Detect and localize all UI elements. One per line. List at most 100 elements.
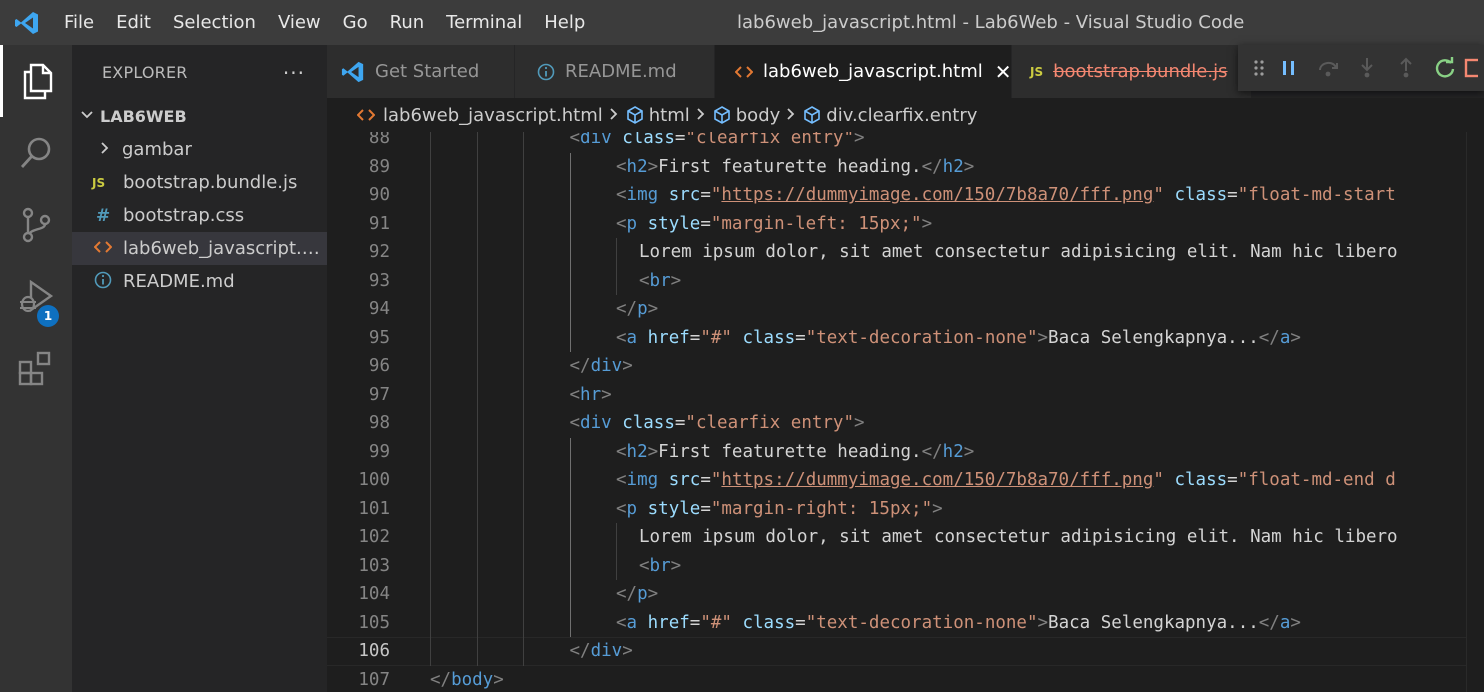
indent-guide	[569, 266, 571, 295]
sidebar-item-gambar[interactable]: gambar	[72, 133, 327, 166]
code-text: </p>	[616, 299, 659, 320]
restart-icon[interactable]	[1425, 45, 1464, 91]
tab-bootstrap-bundle-js[interactable]: JS bootstrap.bundle.js	[1012, 45, 1252, 98]
indent-guide	[523, 238, 524, 267]
indent-guide	[523, 494, 524, 523]
step-out-icon[interactable]	[1386, 45, 1425, 91]
pause-icon[interactable]	[1270, 45, 1309, 91]
breadcrumb-html-label: html	[648, 104, 690, 126]
indent-guide	[569, 238, 571, 267]
indent-guide	[430, 608, 431, 637]
code-line[interactable]: 90 <img src="https://dummyimage.com/150/7…	[327, 181, 1467, 210]
menu-selection[interactable]: Selection	[162, 0, 267, 45]
stop-icon[interactable]	[1464, 45, 1484, 91]
line-number: 88	[368, 132, 390, 149]
code-line[interactable]: 89 <h2>First featurette heading.</h2>	[327, 153, 1467, 182]
tab-lab6web-javascript-html[interactable]: lab6web_javascript.html ✕	[715, 45, 1012, 98]
menu-view[interactable]: View	[267, 0, 332, 45]
step-over-icon[interactable]	[1309, 45, 1348, 91]
line-number: 94	[368, 299, 390, 320]
sidebar-item-lab6web-javascript-html[interactable]: lab6web_javascript.html	[72, 232, 327, 265]
indent-guide	[523, 608, 524, 637]
explorer-icon[interactable]	[0, 45, 72, 117]
line-number: 100	[358, 470, 390, 491]
breadcrumb-html[interactable]: html	[625, 105, 690, 126]
indent-guide	[476, 323, 478, 352]
step-into-icon[interactable]	[1348, 45, 1387, 91]
code-line[interactable]: 95 <a href="#" class="text-decoration-non…	[327, 324, 1467, 353]
editor-scrollbar[interactable]	[1466, 132, 1484, 692]
breadcrumb-file[interactable]: lab6web_javascript.html	[357, 105, 603, 126]
sidebar-item-bootstrap-css[interactable]: # bootstrap.css	[72, 199, 327, 232]
run-debug-icon[interactable]: 1	[0, 261, 72, 333]
menu-edit[interactable]: Edit	[105, 0, 162, 45]
extensions-icon[interactable]	[0, 333, 72, 405]
indent-guide	[430, 380, 431, 409]
code-line[interactable]: 99 <h2>First featurette heading.</h2>	[327, 438, 1467, 467]
menu-terminal[interactable]: Terminal	[435, 0, 533, 45]
code-line[interactable]: 92 Lorem ipsum dolor, sit amet consectetu…	[327, 238, 1467, 267]
indent-guide	[569, 523, 571, 552]
code-text: </div>	[569, 356, 633, 377]
title-bar: File Edit Selection View Go Run Terminal…	[0, 0, 1484, 45]
indent-guide	[569, 152, 571, 181]
menu-run[interactable]: Run	[379, 0, 436, 45]
code-line[interactable]: 107 </body>	[327, 666, 1467, 692]
html-icon	[357, 109, 375, 121]
menu-file[interactable]: File	[49, 0, 105, 45]
explorer-title: EXPLORER	[102, 63, 188, 82]
indent-guide	[476, 152, 478, 181]
code-line[interactable]: 106 </div>	[327, 637, 1467, 666]
indent-guide	[476, 181, 478, 210]
more-actions-icon[interactable]: ···	[283, 61, 305, 85]
indent-guide	[430, 209, 431, 238]
line-number: 90	[368, 185, 390, 206]
code-line[interactable]: 98 <div class="clearfix entry">	[327, 409, 1467, 438]
code-text: <h2>First featurette heading.</h2>	[616, 441, 975, 462]
code-line[interactable]: 96 </div>	[327, 352, 1467, 381]
code-line[interactable]: 94 </p>	[327, 295, 1467, 324]
symbol-element-icon	[626, 106, 643, 124]
explorer-header: EXPLORER ···	[72, 45, 327, 100]
indent-guide	[430, 266, 431, 295]
indent-guide	[476, 637, 478, 666]
breadcrumb-div[interactable]: div.clearfix.entry	[802, 105, 977, 126]
close-tab-icon[interactable]: ✕	[995, 60, 1012, 84]
tab-readme[interactable]: README.md	[515, 45, 715, 98]
line-number: 103	[358, 555, 390, 576]
code-line[interactable]: 100 <img src="https://dummyimage.com/150/…	[327, 466, 1467, 495]
tab-label: Get Started	[375, 61, 480, 82]
tab-get-started[interactable]: Get Started	[327, 45, 515, 98]
indent-guide	[430, 551, 431, 580]
info-icon	[537, 63, 555, 81]
code-line[interactable]: 103 <br>	[327, 552, 1467, 581]
code-line[interactable]: 88 <div class="clearfix entry">	[327, 132, 1467, 153]
menu-go[interactable]: Go	[332, 0, 379, 45]
indent-guide	[616, 266, 617, 295]
source-control-icon[interactable]	[0, 189, 72, 261]
tab-label: lab6web_javascript.html	[763, 61, 983, 82]
indent-guide	[476, 132, 478, 153]
chevron-right-icon	[696, 105, 706, 126]
menu-help[interactable]: Help	[533, 0, 596, 45]
indent-guide	[476, 266, 478, 295]
code-text: Lorem ipsum dolor, sit amet consectetur …	[639, 527, 1398, 548]
code-line[interactable]: 101 <p style="margin-right: 15px;">	[327, 495, 1467, 524]
code-editor[interactable]: 88 <div class="clearfix entry"> 89 <h2>Firs…	[327, 132, 1484, 692]
code-line[interactable]: 105 <a href="#" class="text-decoration-no…	[327, 609, 1467, 638]
code-text: <a href="#" class="text-decoration-none"…	[616, 327, 1301, 348]
code-line[interactable]: 104 </p>	[327, 580, 1467, 609]
indent-guide	[569, 466, 571, 495]
search-icon[interactable]	[0, 117, 72, 189]
indent-guide	[430, 181, 431, 210]
code-line[interactable]: 102 Lorem ipsum dolor, sit amet consectet…	[327, 523, 1467, 552]
indent-guide	[569, 181, 571, 210]
code-line[interactable]: 93 <br>	[327, 267, 1467, 296]
workspace-folder[interactable]: LAB6WEB	[72, 100, 327, 133]
sidebar-item-readme-md[interactable]: README.md	[72, 265, 327, 298]
sidebar-item-bootstrap-bundle-js[interactable]: JS bootstrap.bundle.js	[72, 166, 327, 199]
code-line[interactable]: 91 <p style="margin-left: 15px;">	[327, 210, 1467, 239]
drag-handle-icon[interactable]	[1248, 45, 1270, 91]
code-line[interactable]: 97 <hr>	[327, 381, 1467, 410]
breadcrumb-body[interactable]: body	[712, 105, 780, 126]
